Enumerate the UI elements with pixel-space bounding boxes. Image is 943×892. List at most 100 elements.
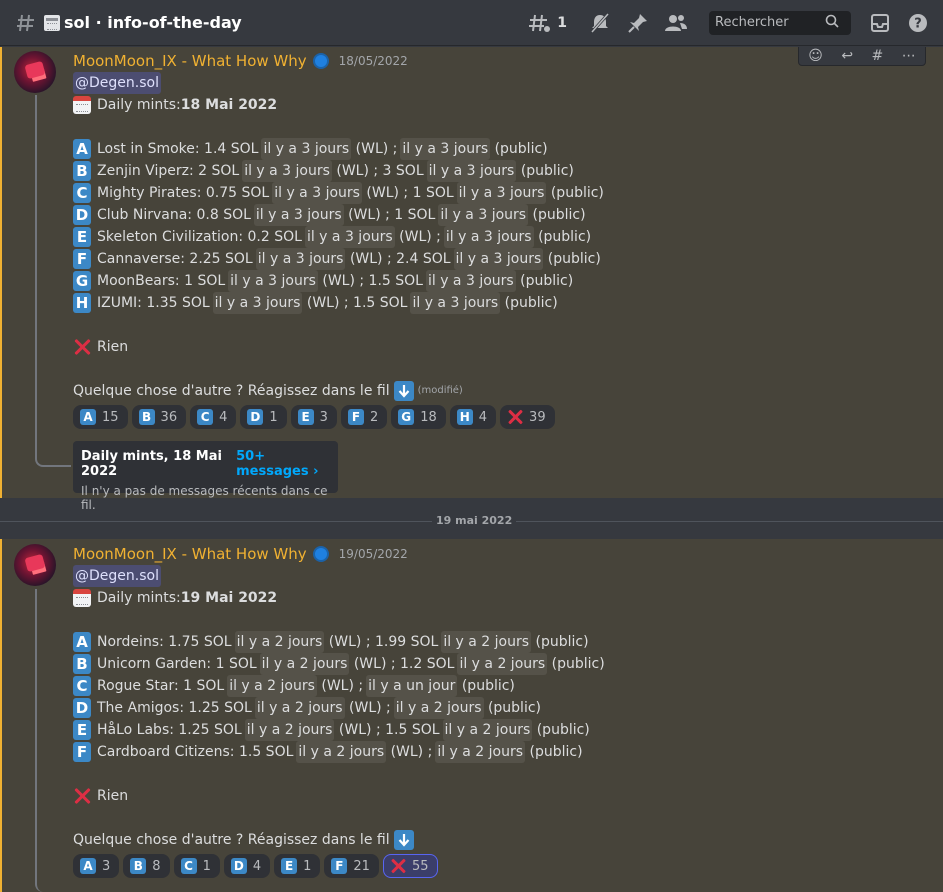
reaction-x[interactable]: 39 — [500, 405, 555, 429]
message-list: MoonMoon_IX - What How Why 18/05/2022 @D… — [0, 47, 943, 892]
question-text: Quelque chose d'autre ? Réagissez dans l… — [73, 383, 390, 399]
edited-label: (modifié) — [417, 385, 463, 396]
letter-b-icon: B — [130, 858, 147, 874]
letter-a-icon: A — [80, 409, 96, 425]
list-item: A Nordeins: 1.75 SOL il y a 2 jours (WL) ;… — [73, 631, 933, 653]
author-name[interactable]: MoonMoon_IX - What How Why — [73, 545, 307, 563]
reaction-g[interactable]: G 18 — [391, 405, 446, 429]
arrow-down-icon — [393, 381, 414, 401]
reaction-x[interactable]: 55 — [382, 854, 438, 878]
list-item: D Club Nirvana: 0.8 SOL il y a 3 jours (WL… — [73, 204, 933, 226]
letter-f-icon: F — [331, 858, 348, 874]
letter-h-icon: H — [73, 293, 91, 313]
search-box[interactable] — [709, 10, 851, 35]
threads-icon[interactable] — [527, 10, 553, 36]
role-icon — [312, 546, 329, 562]
list-item: F Cannaverse: 2.25 SOL il y a 3 jours (WL)… — [73, 248, 933, 270]
letter-c-icon: C — [73, 676, 91, 696]
reaction-b[interactable]: B 36 — [131, 405, 187, 429]
rien-label: Rien — [97, 788, 129, 804]
cross-mark-icon — [507, 409, 523, 425]
thread-connector — [35, 95, 71, 467]
letter-f-icon: F — [73, 742, 91, 762]
rien-label: Rien — [97, 339, 129, 355]
reaction-e[interactable]: E3 — [290, 405, 337, 429]
date-divider-label: 19 mai 2022 — [432, 514, 517, 527]
letter-b-icon: B — [73, 161, 91, 181]
letter-g-icon: G — [398, 409, 415, 425]
pin-icon[interactable] — [625, 10, 651, 36]
inbox-icon[interactable] — [867, 10, 893, 36]
thread-preview[interactable]: Daily mints, 18 Mai 2022 50+ messages › … — [73, 441, 338, 512]
user-mention[interactable]: @Degen.sol — [73, 565, 161, 587]
list-item: C Rogue Star: 1 SOL il y a 2 jours (WL) ; i… — [73, 675, 933, 697]
letter-e-icon: E — [73, 720, 91, 740]
avatar[interactable] — [14, 51, 56, 93]
channel-header: sol · info-of-the-day 1 ? — [0, 0, 943, 46]
letter-f-icon: F — [347, 409, 364, 425]
reaction-a[interactable]: A 15 — [73, 405, 128, 429]
letter-e-icon: E — [297, 409, 314, 425]
cross-mark-icon — [390, 858, 406, 874]
letter-b-icon: B — [73, 654, 91, 674]
list-item: G MoonBears: 1 SOL il y a 3 jours (WL) ; 1… — [73, 270, 933, 292]
reaction-a[interactable]: A3 — [73, 854, 120, 878]
members-icon[interactable] — [663, 10, 689, 36]
create-thread-icon[interactable]: # — [872, 48, 884, 64]
message[interactable]: MoonMoon_IX - What How Why 19/05/2022 @D… — [0, 539, 943, 892]
reply-icon[interactable]: ↩ — [841, 48, 853, 64]
help-icon[interactable]: ? — [905, 10, 931, 36]
list-item: D The Amigos: 1.25 SOL il y a 2 jours (WL)… — [73, 697, 933, 719]
reactions: A3 B8 C1 D4 E1 F 21 55 — [73, 854, 933, 878]
reaction-d[interactable]: D4 — [223, 854, 271, 878]
reaction-f[interactable]: F 21 — [324, 854, 379, 878]
letter-f-icon: F — [73, 249, 91, 269]
mute-bell-icon[interactable] — [587, 10, 613, 36]
search-icon — [825, 13, 839, 32]
add-reaction-icon[interactable]: ☺ — [808, 48, 823, 64]
list-item: E HåLo Labs: 1.25 SOL il y a 2 jours (WL) … — [73, 719, 933, 741]
avatar[interactable] — [14, 544, 56, 586]
cross-mark-icon — [73, 338, 91, 356]
reaction-c[interactable]: C1 — [173, 854, 220, 878]
letter-h-icon: H — [456, 409, 473, 425]
thread-messages-link[interactable]: 50+ messages › — [236, 449, 330, 479]
thread-hash-icon — [16, 12, 38, 34]
search-input[interactable] — [715, 15, 825, 30]
timestamp: 19/05/2022 — [338, 547, 408, 561]
title-date: 18 Mai 2022 — [180, 97, 278, 113]
role-icon — [312, 53, 329, 69]
letter-d-icon: D — [247, 409, 264, 425]
author-name[interactable]: MoonMoon_IX - What How Why — [73, 52, 307, 70]
letter-b-icon: B — [138, 409, 155, 425]
letter-g-icon: G — [73, 271, 91, 291]
reaction-h[interactable]: H4 — [449, 405, 497, 429]
list-item: B Zenjin Viperz: 2 SOL il y a 3 jours (WL)… — [73, 160, 933, 182]
arrow-down-icon — [393, 830, 414, 850]
title-prefix: Daily mints: — [97, 97, 181, 113]
user-mention[interactable]: @Degen.sol — [73, 72, 161, 94]
message[interactable]: MoonMoon_IX - What How Why 18/05/2022 @D… — [0, 47, 943, 512]
calendar-icon — [73, 96, 91, 114]
reaction-c[interactable]: C4 — [190, 405, 237, 429]
thread-title[interactable]: Daily mints, 18 Mai 2022 — [81, 449, 228, 479]
message-actions-bar: ☺ ↩ # ⋯ — [798, 47, 926, 66]
letter-d-icon: D — [73, 698, 91, 718]
calendar-icon — [73, 589, 91, 607]
reaction-f[interactable]: F2 — [340, 405, 388, 429]
reaction-e[interactable]: E1 — [274, 854, 321, 878]
letter-e-icon: E — [73, 227, 91, 247]
list-item: E Skeleton Civilization: 0.2 SOL il y a 3 … — [73, 226, 933, 248]
letter-a-icon: A — [80, 858, 96, 874]
letter-c-icon: C — [73, 183, 91, 203]
cross-mark-icon — [73, 787, 91, 805]
letter-a-icon: A — [73, 632, 91, 652]
more-icon[interactable]: ⋯ — [902, 48, 916, 64]
letter-c-icon: C — [197, 409, 214, 425]
reaction-d[interactable]: D1 — [240, 405, 287, 429]
timestamp: 18/05/2022 — [338, 54, 408, 68]
channel-name: sol · info-of-the-day — [64, 13, 242, 32]
svg-text:?: ? — [914, 16, 922, 31]
question-text: Quelque chose d'autre ? Réagissez dans l… — [73, 832, 390, 848]
reaction-b[interactable]: B8 — [123, 854, 170, 878]
